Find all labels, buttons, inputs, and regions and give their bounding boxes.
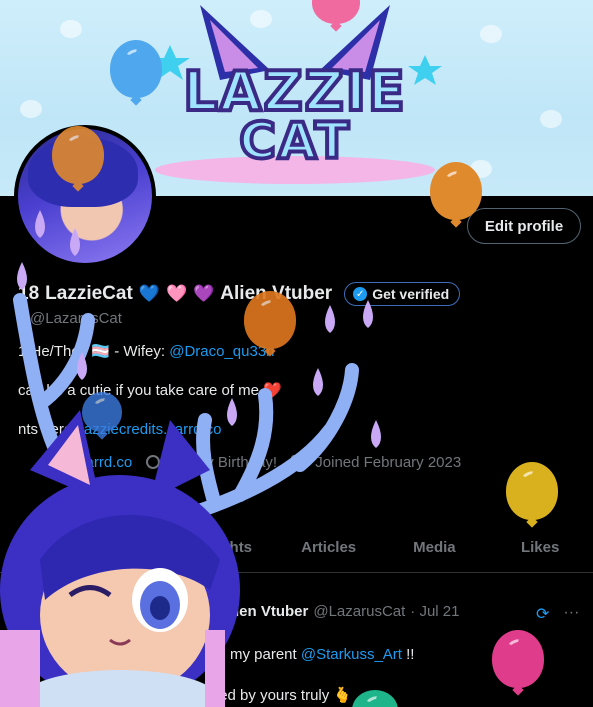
logo-line2: CAT (237, 110, 351, 172)
heart-purple: 💜 (193, 284, 215, 303)
post-header: Alien Vtuber @LazarusCat · Jul 21 (220, 603, 460, 620)
get-verified-label: Get verified (372, 286, 450, 302)
display-name: LazzieCat (45, 283, 133, 304)
bio-line3: nts here! lazziecredits.carrd.co (18, 421, 221, 438)
antler-icon (13, 293, 359, 527)
paw-decoration (480, 25, 502, 43)
tab-articles[interactable]: Articles (276, 527, 382, 572)
profile-name-row: 18 LazzieCat 💙 🩷 💜 Alien Vtuber ✓ Get ve… (18, 282, 461, 306)
bio-line3-text: nts here! (18, 421, 77, 438)
post-author-name[interactable]: Alien Vtuber (220, 603, 308, 620)
post-line2: designed by yours truly 🫰 (175, 687, 353, 704)
calendar-icon (291, 455, 306, 469)
edit-profile-button[interactable]: Edit profile (467, 208, 581, 244)
post-line1: my parent @Starkuss_Art !! (230, 646, 414, 663)
paw-decoration (20, 100, 42, 118)
meta-link-item[interactable]: carrd.co (18, 454, 132, 471)
meta-birthday: Happy Birthday! (170, 454, 278, 471)
bio-line2: can be a cutie if you take care of me ❤️ (18, 382, 282, 399)
profile-tabs: ghlights Articles Media Likes (0, 527, 593, 573)
post-date[interactable]: · Jul 21 (410, 603, 459, 620)
parent-mention-link[interactable]: @Starkuss_Art (301, 646, 402, 663)
get-verified-button[interactable]: ✓ Get verified (344, 282, 461, 306)
balloon-icon (52, 126, 104, 184)
tab-media[interactable]: Media (382, 527, 488, 572)
balloon-icon (352, 690, 398, 707)
verified-badge-icon: ✓ (353, 287, 368, 301)
balloon-icon (430, 162, 482, 220)
balloon-icon (492, 630, 544, 688)
post-line1-suffix: !! (406, 646, 415, 663)
meta-birthday-item: Happy Birthday! (146, 454, 277, 471)
paw-decoration (60, 20, 82, 38)
post-author-handle[interactable]: @LazarusCat (313, 603, 405, 620)
more-icon[interactable]: ··· (563, 604, 579, 624)
banner-logo: LAZZIE CAT (140, 0, 450, 190)
post-line1-text: my parent (230, 646, 297, 663)
balloon-icon (82, 392, 122, 432)
heart-blue: 💙 (138, 284, 160, 303)
meta-joined: Joined February 2023 (315, 454, 462, 471)
balloon-icon (506, 462, 558, 520)
balloon-icon (110, 40, 162, 98)
tab-spacer (0, 527, 170, 572)
retweet-icon[interactable]: ⟳ (536, 604, 549, 624)
bio-line1: 1 He/They 🏳️‍⚧️ - Wifey: @Draco_qu33n (18, 342, 275, 360)
name-prefix: 18 (18, 283, 40, 304)
balloon-icon (244, 291, 296, 349)
bio-line1-text: 1 He/They 🏳️‍⚧️ - Wifey: (18, 343, 166, 360)
tab-likes[interactable]: Likes (487, 527, 593, 572)
post-icons: ⟳ ··· (536, 604, 579, 624)
profile-handle: @LazarusCat (30, 310, 122, 327)
meta-link[interactable]: carrd.co (78, 454, 132, 471)
paw-decoration (540, 110, 562, 128)
balloon-icon (146, 455, 161, 469)
tab-highlights[interactable]: ghlights (170, 527, 276, 572)
meta-joined-item: Joined February 2023 (291, 454, 461, 471)
profile-meta-row: carrd.co Happy Birthday! Joined February… (18, 454, 461, 471)
heart-pink: 🩷 (165, 284, 188, 303)
